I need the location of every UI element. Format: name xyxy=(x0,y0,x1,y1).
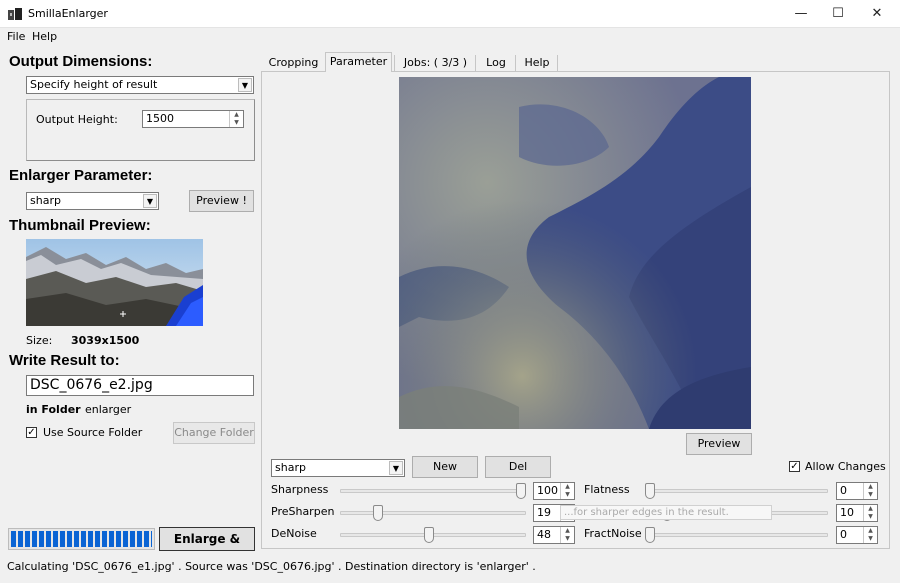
slider-value: 10 xyxy=(840,506,854,519)
slider-label: Flatness xyxy=(584,483,630,496)
param-preset-select[interactable]: sharp ▼ xyxy=(271,459,405,477)
size-value: 3039x1500 xyxy=(71,334,140,347)
slider-value-spinbox[interactable]: 0 ▲ ▼ xyxy=(836,526,878,544)
write-result-header: Write Result to: xyxy=(9,352,120,369)
close-icon[interactable]: ✕ xyxy=(854,0,900,28)
slider-track[interactable] xyxy=(645,533,828,537)
slider-value-spinbox[interactable]: 10 ▲ ▼ xyxy=(836,504,878,522)
chevron-down-icon: ▼ xyxy=(238,78,252,92)
output-height-label: Output Height: xyxy=(36,113,118,126)
slider-label: DeNoise xyxy=(271,527,317,540)
size-label: Size: xyxy=(26,334,53,347)
window-title: SmillaEnlarger xyxy=(28,7,108,20)
output-options-box xyxy=(26,99,255,161)
enlarge-save-button[interactable]: Enlarge & Save xyxy=(159,527,255,568)
use-source-folder-checkbox[interactable]: ✓ xyxy=(26,427,37,438)
allow-changes-label: Allow Changes xyxy=(805,460,886,473)
change-folder-button[interactable]: Change Folder xyxy=(173,422,255,444)
slider-value: 0 xyxy=(840,484,847,497)
slider-value: 100 xyxy=(537,484,558,497)
slider-label: FractNoise xyxy=(584,527,642,540)
use-source-folder-label: Use Source Folder xyxy=(43,426,143,439)
spin-arrows-icon[interactable]: ▲▼ xyxy=(863,527,877,543)
slider-thumb[interactable] xyxy=(516,483,526,499)
in-folder-label: in Folder xyxy=(26,403,81,416)
slider-thumb[interactable] xyxy=(424,527,435,543)
slider-track[interactable] xyxy=(645,489,828,493)
slider-value: 0 xyxy=(840,528,847,541)
preset-select[interactable]: sharp ▼ xyxy=(26,192,159,210)
new-preset-button[interactable]: New xyxy=(412,456,478,478)
tab-log[interactable]: Log xyxy=(479,54,513,72)
param-preset-value: sharp xyxy=(275,461,306,474)
tab-parameter[interactable]: Parameter xyxy=(325,52,392,72)
allow-changes-checkbox[interactable]: ✓ xyxy=(789,461,800,472)
slider-value: 48 xyxy=(537,528,551,541)
progress-fill xyxy=(11,531,152,547)
app-icon xyxy=(8,7,22,21)
tab-separator xyxy=(515,55,516,71)
output-dimensions-header: Output Dimensions: xyxy=(9,53,153,70)
tab-jobs[interactable]: Jobs: ( 3/3 ) xyxy=(398,54,473,72)
status-text: Calculating 'DSC_0676_e1.jpg' . Source w… xyxy=(7,560,536,573)
preview-exclaim-button[interactable]: Preview ! xyxy=(189,190,254,212)
slider-track[interactable] xyxy=(340,489,526,493)
slider-label: PreSharpen xyxy=(271,505,335,518)
title-bar xyxy=(0,0,900,28)
tab-separator xyxy=(557,55,558,71)
tab-cropping[interactable]: Cropping xyxy=(266,54,321,72)
output-height-value: 1500 xyxy=(146,112,174,125)
output-mode-select[interactable]: Specify height of result ▼ xyxy=(26,76,254,94)
enlarger-parameter-header: Enlarger Parameter: xyxy=(9,167,153,184)
thumbnail-image[interactable] xyxy=(26,239,203,326)
progress-bar xyxy=(8,528,155,550)
slider-track[interactable] xyxy=(340,511,526,515)
preview-image[interactable] xyxy=(399,77,751,429)
slider-value-spinbox[interactable]: 48 ▲ ▼ xyxy=(533,526,575,544)
spin-arrows-icon[interactable]: ▲▼ xyxy=(229,111,243,127)
thumbnail-preview-header: Thumbnail Preview: xyxy=(9,217,151,234)
chevron-down-icon: ▼ xyxy=(389,461,403,475)
menu-help[interactable]: Help xyxy=(32,30,57,43)
slider-label: Sharpness xyxy=(271,483,329,496)
tab-separator xyxy=(394,55,395,71)
tab-separator xyxy=(475,55,476,71)
slider-value-spinbox[interactable]: 0 ▲ ▼ xyxy=(836,482,878,500)
slider-thumb[interactable] xyxy=(373,505,384,521)
spin-arrows-icon[interactable]: ▲▼ xyxy=(863,483,877,499)
tab-help[interactable]: Help xyxy=(519,54,555,72)
delete-preset-button[interactable]: Del xyxy=(485,456,551,478)
spin-arrows-icon[interactable]: ▲▼ xyxy=(863,505,877,521)
slider-thumb[interactable] xyxy=(645,483,655,499)
output-filename-input[interactable]: DSC_0676_e2.jpg xyxy=(26,375,254,396)
tooltip: ...for sharper edges in the result. xyxy=(560,505,772,520)
folder-value: enlarger xyxy=(85,403,132,416)
slider-value: 19 xyxy=(537,506,551,519)
menu-file[interactable]: File xyxy=(7,30,25,43)
preview-button[interactable]: Preview xyxy=(686,433,752,455)
spin-arrows-icon[interactable]: ▲▼ xyxy=(560,527,574,543)
output-height-spinbox[interactable]: 1500 ▲ ▼ xyxy=(142,110,244,128)
chevron-down-icon: ▼ xyxy=(143,194,157,208)
preset-value: sharp xyxy=(30,194,61,207)
slider-value-spinbox[interactable]: 100 ▲ ▼ xyxy=(533,482,575,500)
output-mode-value: Specify height of result xyxy=(30,78,158,91)
slider-thumb[interactable] xyxy=(645,527,655,543)
spin-arrows-icon[interactable]: ▲▼ xyxy=(560,483,574,499)
